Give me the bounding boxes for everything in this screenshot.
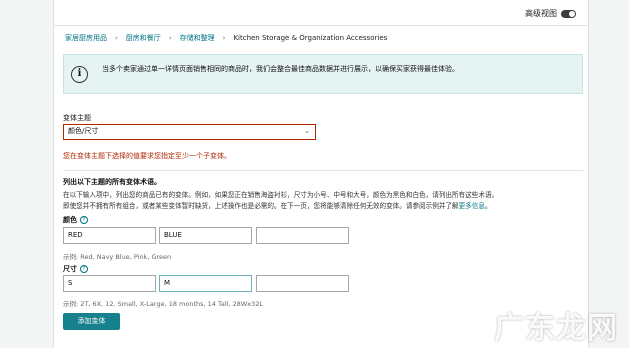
color-example: 示例: Red, Navy Blue, Pink, Green xyxy=(63,253,172,261)
chevron-right-icon: › xyxy=(115,34,118,42)
breadcrumb-item-current: Kitchen Storage & Organization Accessori… xyxy=(233,34,388,42)
variation-theme-label: 变体主题 xyxy=(63,114,91,122)
variations-heading: 列出以下主题的所有变体术语。 xyxy=(63,178,161,186)
color-input-2[interactable]: BLUE xyxy=(159,227,252,244)
breadcrumb-item-storage[interactable]: 存储和整理 xyxy=(180,33,215,43)
size-input-3[interactable] xyxy=(256,275,349,292)
chevron-right-icon: › xyxy=(222,34,226,42)
chevron-right-icon: › xyxy=(168,34,172,42)
add-variation-button[interactable]: 添加变体 xyxy=(63,313,120,330)
divider xyxy=(63,170,583,171)
size-input-2[interactable]: M xyxy=(159,275,252,292)
help-icon[interactable]: ? xyxy=(80,216,88,224)
size-input-1[interactable]: S xyxy=(63,275,156,292)
watermark: 广东龙网 xyxy=(494,311,618,346)
variations-description: 在以下输入项中，列出您的商品已有的变体。例如，如果您正在销售海盗衬衫，尺寸为小号… xyxy=(63,190,583,211)
info-icon: i xyxy=(71,66,88,83)
size-example: 示例: 2T, 6X, 12, Small, X-Large, 18 month… xyxy=(63,300,264,308)
variation-theme-select[interactable]: 颜色/尺寸 ⌄ xyxy=(63,124,316,140)
breadcrumb-item-home-kitchen[interactable]: 家居厨房用品 xyxy=(65,33,107,43)
variation-theme-error: 您在变体主题下选择的值要求您指定至少一个子变体。 xyxy=(63,152,231,160)
variation-panel: 高级视图 家居厨房用品 › 厨房和餐厅 › 存储和整理 › Kitchen St… xyxy=(53,0,589,348)
variation-theme-value: 颜色/尺寸 xyxy=(68,127,99,135)
color-input-3[interactable] xyxy=(256,227,349,244)
info-banner: i 当多个卖家通过单一详情页面销售相同的商品时，我们会整合最佳商品数据并进行展示… xyxy=(63,54,583,94)
color-label: 颜色 xyxy=(63,216,77,224)
advanced-view-control[interactable]: 高级视图 xyxy=(525,8,576,19)
variations-description-line-2: 即使您并不拥有所有组合，或者某些变体暂时缺货，上述操作也是必需的。在下一页，您将… xyxy=(63,201,459,210)
more-info-link[interactable]: 更多信息 xyxy=(459,202,485,210)
info-text: 当多个卖家通过单一详情页面销售相同的商品时，我们会整合最佳商品数据并进行展示，以… xyxy=(102,65,459,73)
page: 高级视图 家居厨房用品 › 厨房和餐厅 › 存储和整理 › Kitchen St… xyxy=(0,0,629,348)
breadcrumb: 家居厨房用品 › 厨房和餐厅 › 存储和整理 › Kitchen Storage… xyxy=(65,33,387,43)
variations-description-line-1: 在以下输入项中，列出您的商品已有的变体。例如，如果您正在销售海盗衬衫，尺寸为小号… xyxy=(63,191,499,199)
description-period: 。 xyxy=(485,201,492,210)
color-label-row: 颜色? xyxy=(63,215,88,225)
chevron-down-icon: ⌄ xyxy=(304,127,310,135)
color-input-1[interactable]: RED xyxy=(63,227,156,244)
size-label-row: 尺寸? xyxy=(63,264,88,274)
breadcrumb-item-kitchen-dining[interactable]: 厨房和餐厅 xyxy=(126,33,161,43)
advanced-view-label: 高级视图 xyxy=(525,9,557,18)
help-icon[interactable]: ? xyxy=(80,265,88,273)
top-bar: 高级视图 xyxy=(54,0,588,26)
size-label: 尺寸 xyxy=(63,265,77,273)
advanced-view-toggle[interactable] xyxy=(561,9,576,18)
